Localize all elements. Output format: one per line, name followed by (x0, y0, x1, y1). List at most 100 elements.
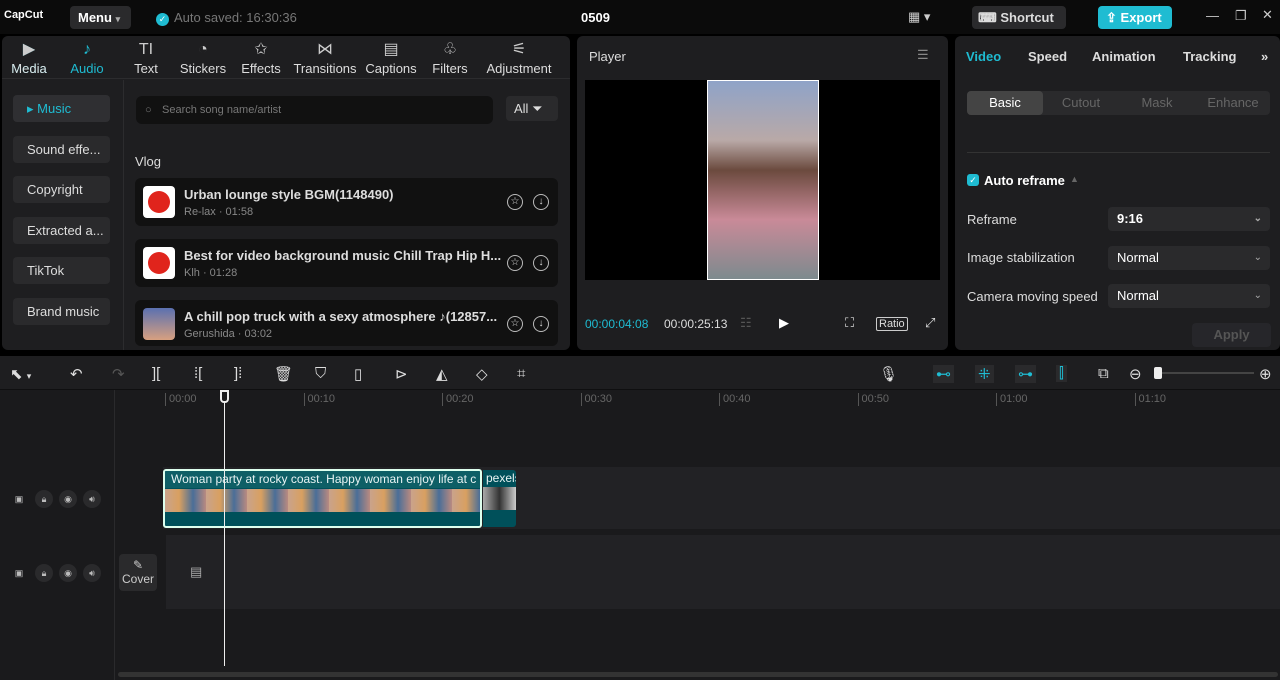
apply-button[interactable]: Apply (1192, 323, 1271, 347)
favorite-star-icon[interactable]: ☆ (507, 194, 523, 210)
playhead-handle[interactable] (220, 390, 229, 403)
export-button[interactable]: ⇪ Export (1098, 6, 1172, 29)
category-sound-effects[interactable]: Sound effe... (13, 136, 110, 163)
mirror-icon[interactable]: ◭ (436, 365, 448, 383)
song-item[interactable]: A chill pop truck with a sexy atmosphere… (135, 300, 558, 346)
layout-icon[interactable]: ▦ ▾ (908, 9, 930, 25)
select-tool-icon[interactable]: ⬉ ▾ (10, 365, 31, 383)
stabilization-select[interactable]: Normal ⌄ (1108, 246, 1270, 270)
auto-reframe-checkbox[interactable]: ✓ (967, 174, 979, 186)
undo-icon[interactable]: ↶ (70, 365, 83, 383)
preview-axis-icon[interactable]: ⧉ (1098, 365, 1109, 382)
subtab-enhance[interactable]: Enhance (1195, 91, 1271, 115)
download-icon[interactable]: ↓ (533, 194, 549, 210)
ratio-button[interactable]: Ratio (876, 317, 908, 331)
favorite-star-icon[interactable]: ☆ (507, 255, 523, 271)
zoom-out-icon[interactable]: ⊖ (1129, 365, 1142, 383)
crop-icon[interactable]: ⌗ (517, 365, 525, 382)
auto-snap-icon[interactable]: ⁜ (975, 365, 994, 383)
category-extracted-audio[interactable]: Extracted a... (13, 217, 110, 244)
video-clip-2[interactable]: pexels (483, 470, 516, 527)
split-left-icon[interactable]: ⁞[ (194, 365, 202, 382)
audio-icon[interactable]: 🔊︎ (83, 490, 101, 508)
tab-media[interactable]: ▶ Media (8, 39, 50, 76)
tab-speed[interactable]: Speed (1028, 49, 1067, 64)
tab-tracking[interactable]: Tracking (1183, 49, 1236, 64)
tab-adjustment[interactable]: ⚟ Adjustment (482, 39, 556, 76)
lock-icon[interactable]: 🔒︎ (35, 564, 53, 582)
speed-icon[interactable]: ⊳ (395, 365, 408, 383)
zoom-in-icon[interactable]: ⊕ (1259, 365, 1272, 383)
audio-icon: ♪ (83, 41, 91, 58)
minimize-button[interactable]: — (1206, 8, 1219, 23)
split-right-icon[interactable]: ]⁞ (234, 365, 242, 382)
fullscreen-icon[interactable]: ⤢ (925, 315, 935, 331)
tab-audio[interactable]: ♪ Audio (66, 39, 108, 76)
camera-speed-label: Camera moving speed (967, 289, 1098, 304)
linkage-icon[interactable]: ⊶ (1015, 365, 1036, 383)
category-tiktok[interactable]: TikTok (13, 257, 110, 284)
category-music[interactable]: ▸ Music (13, 95, 110, 122)
play-button[interactable]: ▶ (779, 315, 789, 331)
song-item[interactable]: Urban lounge style BGM(1148490) Re-lax · … (135, 178, 558, 226)
tab-filters[interactable]: ♧ Filters (429, 39, 471, 76)
track-video-icon[interactable]: ▣ (10, 564, 28, 582)
microphone-icon[interactable]: 🎙︎ (879, 365, 898, 383)
playhead[interactable] (224, 390, 225, 666)
preview-frame[interactable] (707, 80, 819, 280)
video-clip[interactable]: Woman party at rocky coast. Happy woman … (163, 469, 482, 528)
category-brand-music[interactable]: Brand music (13, 298, 110, 325)
favorite-star-icon[interactable]: ☆ (507, 316, 523, 332)
tab-transitions[interactable]: ⋈ Transitions (292, 39, 358, 76)
ruler-tick: 01:10 (1134, 393, 1166, 406)
filter-all-button[interactable]: All ⏷ (506, 96, 558, 121)
rotate-icon[interactable]: ◇ (476, 365, 488, 383)
keyboard-icon: ⌨ (978, 10, 997, 25)
subtab-basic[interactable]: Basic (967, 91, 1043, 115)
song-item[interactable]: Best for video background music Chill Tr… (135, 239, 558, 287)
song-thumbnail (143, 247, 175, 279)
player-menu-icon[interactable]: ☰ (917, 47, 929, 63)
lock-icon[interactable]: 🔒︎ (35, 490, 53, 508)
reframe-select[interactable]: 9:16 ⌄ (1108, 207, 1270, 231)
eye-icon[interactable]: ◉ (59, 564, 77, 582)
eye-icon[interactable]: ◉ (59, 490, 77, 508)
song-title: A chill pop truck with a sexy atmosphere… (184, 309, 498, 324)
tab-animation[interactable]: Animation (1092, 49, 1156, 64)
close-button[interactable]: ✕ (1262, 7, 1273, 23)
audio-icon[interactable]: 🔊︎ (83, 564, 101, 582)
tab-video[interactable]: Video (966, 49, 1001, 64)
song-search-input[interactable]: ○ Search song name/artist (136, 96, 493, 124)
download-icon[interactable]: ↓ (533, 255, 549, 271)
download-icon[interactable]: ↓ (533, 316, 549, 332)
more-tabs-icon[interactable]: » (1261, 49, 1268, 64)
subtab-mask[interactable]: Mask (1119, 91, 1195, 115)
maximize-button[interactable]: ❐ (1235, 8, 1247, 24)
split-preview-icon[interactable]: ⫿ (1056, 365, 1067, 382)
camera-speed-select[interactable]: Normal ⌄ (1108, 284, 1270, 308)
horizontal-scrollbar[interactable] (118, 672, 1278, 677)
redo-icon[interactable]: ↷ (112, 365, 125, 383)
freeze-icon[interactable]: ▯ (354, 365, 362, 383)
tab-effects[interactable]: ✩ Effects (238, 39, 284, 76)
magnet-link-icon[interactable]: ⊷ (933, 365, 954, 383)
tab-captions[interactable]: ▤ Captions (363, 39, 419, 76)
song-meta: Re-lax · 01:58 (184, 206, 254, 218)
category-copyright[interactable]: Copyright (13, 176, 110, 203)
timeline-grid-icon[interactable]: ☷ (740, 315, 752, 331)
cover-button[interactable]: ✎ Cover (119, 554, 157, 591)
tab-stickers[interactable]: ◔ Stickers (177, 39, 229, 76)
marker-icon[interactable]: ⛉ (315, 365, 326, 382)
track-video-icon[interactable]: ▣ (10, 490, 28, 508)
menu-button[interactable]: Menu ▾ (70, 6, 131, 29)
shortcut-button[interactable]: ⌨ Shortcut (972, 6, 1066, 29)
tab-text[interactable]: TI Text (126, 39, 166, 76)
collapse-icon[interactable]: ▲ (1070, 174, 1079, 184)
subtab-cutout[interactable]: Cutout (1043, 91, 1119, 115)
split-icon[interactable]: ][ (152, 365, 160, 382)
screenshot-icon[interactable]: ⛶ (845, 315, 854, 331)
captions-icon: ▤ (383, 41, 399, 58)
zoom-slider-handle[interactable] (1154, 367, 1162, 379)
delete-icon[interactable]: 🗑︎ (274, 365, 293, 383)
zoom-slider[interactable] (1154, 367, 1254, 379)
